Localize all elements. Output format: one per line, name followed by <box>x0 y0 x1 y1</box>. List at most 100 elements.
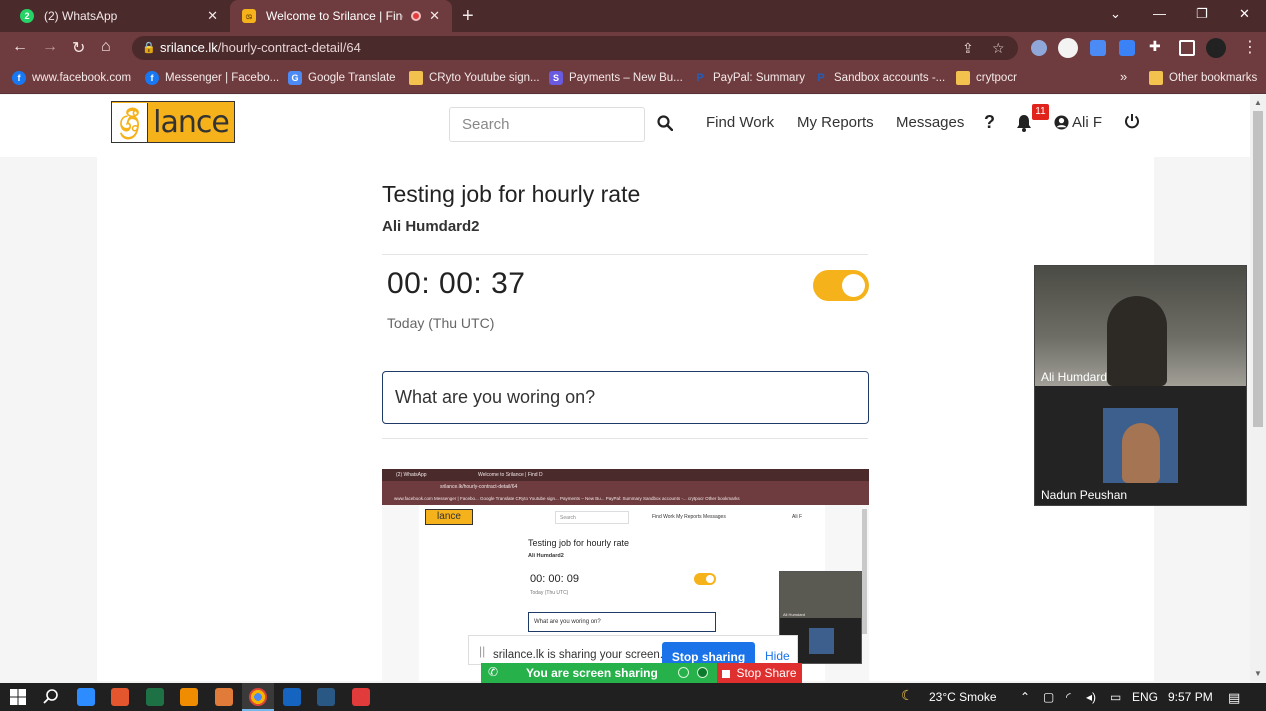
tab-title: Welcome to Srilance | Find D <box>266 9 403 23</box>
phone-icon: ✆ <box>488 665 499 679</box>
window-close-button[interactable]: ✕ <box>1239 6 1250 22</box>
tab-close-icon[interactable]: ✕ <box>207 8 218 24</box>
page-scrollbar[interactable]: ▲ ▼ <box>1250 95 1266 681</box>
forward-icon[interactable]: → <box>42 38 58 56</box>
bookmarks-overflow-button[interactable]: » <box>1120 69 1127 84</box>
preview-nav: Find Work My Reports Messages <box>652 514 726 520</box>
windows-start-icon[interactable] <box>9 688 27 706</box>
extension-doc-icon[interactable] <box>1119 40 1135 56</box>
app-icon[interactable] <box>111 688 129 706</box>
zoom-share-status[interactable]: ✆ You are screen sharing <box>481 663 717 683</box>
extension-zoom-icon[interactable] <box>1090 40 1106 56</box>
restore-button[interactable]: ❐ <box>1196 6 1208 22</box>
tray-overflow-icon[interactable]: ⌃ <box>1020 690 1030 704</box>
extension-shield-icon[interactable] <box>1031 40 1047 56</box>
zoom-video-panel[interactable]: Ali Humdard Nadun Peushan <box>1034 265 1247 506</box>
reload-icon[interactable]: ↻ <box>72 38 85 58</box>
srilance-logo[interactable]: ශ්‍රී lance <box>111 101 235 143</box>
facebook-icon: f <box>145 71 159 85</box>
search-input[interactable] <box>449 107 645 142</box>
bookmark-paypal-summary[interactable]: P PayPal: Summary <box>693 71 805 85</box>
preview-bookmarks: www.facebook.com Messenger | Facebo... G… <box>382 493 869 505</box>
excel-icon[interactable] <box>146 688 164 706</box>
weather-text[interactable]: 23°C Smoke <box>929 690 997 704</box>
user-icon[interactable] <box>1054 115 1069 130</box>
tab-srilance[interactable]: ශ Welcome to Srilance | Find D ✕ <box>230 0 452 32</box>
bell-icon[interactable] <box>1016 114 1032 132</box>
zoom-app-icon[interactable] <box>77 688 95 706</box>
app-icon[interactable] <box>317 688 335 706</box>
bookmark-messenger[interactable]: f Messenger | Facebo... <box>145 71 279 85</box>
windows-taskbar: ☾ 23°C Smoke ⌃ ▢ ◜ ◂) ▭ ENG 9:57 PM ▤ <box>0 683 1266 711</box>
scrollbar-thumb[interactable] <box>1253 111 1263 427</box>
stop-share-button[interactable]: Stop Share <box>717 663 802 683</box>
user-menu[interactable]: Ali F <box>1072 114 1102 131</box>
scroll-up-icon[interactable]: ▲ <box>1254 98 1262 107</box>
star-icon[interactable]: ☆ <box>992 36 1005 60</box>
share-icon[interactable]: ⇪ <box>962 36 974 60</box>
contract-detail-panel: Testing job for hourly rate Ali Humdard2… <box>97 157 1154 681</box>
facebook-icon: f <box>12 71 26 85</box>
back-icon[interactable]: ← <box>12 38 28 56</box>
extension-json-icon[interactable] <box>1058 38 1078 58</box>
scroll-down-icon[interactable]: ▼ <box>1254 669 1262 678</box>
app-icon[interactable] <box>352 688 370 706</box>
bookmark-sandbox-accounts[interactable]: P Sandbox accounts -... <box>814 71 945 85</box>
tab-close-icon[interactable]: ✕ <box>429 8 440 24</box>
wifi-icon[interactable]: ◜ <box>1066 690 1071 704</box>
preview-video-2 <box>809 628 834 654</box>
help-icon[interactable]: ? <box>984 112 995 133</box>
preview-search: Search <box>555 511 629 524</box>
participant-name: Ali Humdard <box>1041 370 1108 384</box>
nav-find-work[interactable]: Find Work <box>706 114 774 131</box>
lock-icon: 🔒 <box>142 42 156 54</box>
preview-tab-title: (2) WhatsApp <box>396 472 427 478</box>
minimize-button[interactable]: — <box>1153 6 1166 21</box>
nav-my-reports[interactable]: My Reports <box>797 114 874 131</box>
logo-text: lance <box>153 104 230 140</box>
chrome-icon[interactable] <box>249 688 267 706</box>
language-indicator[interactable]: ENG <box>1132 690 1158 704</box>
bookmark-payments[interactable]: S Payments – New Bu... <box>549 71 683 85</box>
srilance-icon: ශ <box>242 9 256 23</box>
new-tab-button[interactable]: + <box>462 5 474 28</box>
nav-messages[interactable]: Messages <box>896 114 964 131</box>
bookmark-facebook[interactable]: f www.facebook.com <box>12 71 131 85</box>
battery-icon[interactable]: ▭ <box>1110 690 1121 704</box>
search-icon[interactable] <box>42 688 60 706</box>
hide-button[interactable]: Hide <box>765 649 790 663</box>
sublime-icon[interactable] <box>180 688 198 706</box>
search-icon[interactable] <box>657 115 673 131</box>
weather-icon[interactable]: ☾ <box>901 687 914 704</box>
bookmark-google-translate[interactable]: G Google Translate <box>288 71 396 85</box>
volume-icon[interactable]: ◂) <box>1086 690 1096 704</box>
preview-timer: 00: 00: 09 <box>530 573 579 585</box>
shield-icon <box>697 667 708 678</box>
home-icon[interactable]: ⌂ <box>101 38 111 56</box>
profile-avatar[interactable] <box>1206 38 1226 58</box>
drag-handle-icon[interactable]: || <box>479 644 485 658</box>
url-host: srilance.lk <box>160 40 218 55</box>
browser-menu-icon[interactable]: ⋮ <box>1242 37 1258 57</box>
device-icon[interactable]: ▢ <box>1043 690 1054 704</box>
preview-title: Testing job for hourly rate <box>528 538 630 548</box>
notification-badge: 11 <box>1032 104 1049 120</box>
side-panel-icon[interactable] <box>1179 40 1195 56</box>
clock[interactable]: 9:57 PM <box>1168 690 1213 704</box>
app-icon[interactable] <box>283 688 301 706</box>
address-bar[interactable]: 🔒 srilance.lk/hourly-contract-detail/64 … <box>132 36 1018 60</box>
bookmark-cryto-youtube[interactable]: CRyto Youtube sign... <box>409 71 540 85</box>
notifications-icon[interactable]: ▤ <box>1228 690 1240 706</box>
tab-whatsapp[interactable]: 2 (2) WhatsApp ✕ <box>8 0 230 32</box>
app-icon[interactable] <box>215 688 233 706</box>
bookmark-other[interactable]: Other bookmarks <box>1149 71 1257 85</box>
tracking-toggle[interactable] <box>813 270 869 301</box>
power-icon[interactable] <box>1124 113 1140 129</box>
preview-logo: lance <box>425 509 473 525</box>
preview-tab-strip: (2) WhatsApp Welcome to Srilance | Find … <box>382 469 869 481</box>
tab-search-button[interactable]: ⌄ <box>1110 6 1121 22</box>
bookmark-crytpocr[interactable]: crytpocr <box>956 71 1017 85</box>
browser-toolbar: ← → ↻ ⌂ 🔒 srilance.lk/hourly-contract-de… <box>0 32 1266 64</box>
extensions-puzzle-icon[interactable]: ✚ <box>1149 38 1165 54</box>
work-description-input[interactable] <box>382 371 869 424</box>
